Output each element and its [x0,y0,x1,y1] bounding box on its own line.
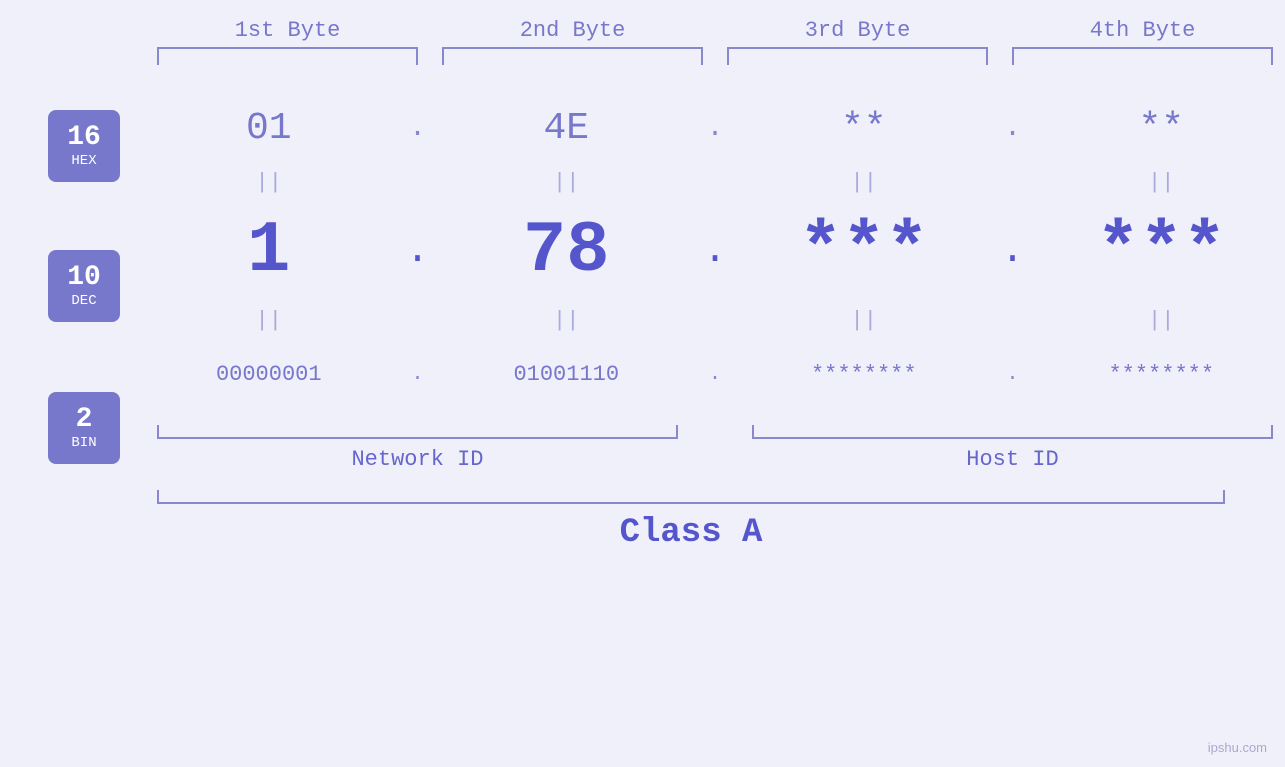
bin-b3-val: ******** [811,362,917,387]
bin-num: 2 [76,405,93,436]
hex-sep2: . [690,113,740,144]
dec-b1: 1 [145,210,393,292]
dec-b1-val: 1 [247,210,290,292]
dec-num: 10 [67,263,101,294]
bin-b1-val: 00000001 [216,362,322,387]
equals-row-1: || || || || [145,163,1285,201]
hex-b2: 4E [443,107,691,150]
class-label: Class A [145,514,1237,552]
bracket-1 [157,47,418,65]
eq2-b3-val: || [851,308,877,333]
eq1-b4-val: || [1148,170,1174,195]
hex-b1-val: 01 [246,107,292,150]
byte3-header: 3rd Byte [715,18,1000,43]
net-bracket [145,421,690,439]
dec-b2: 78 [443,210,691,292]
bin-badge: 2 BIN [48,392,120,464]
bin-b3: ******** [740,362,988,387]
dec-sep2: . [690,229,740,274]
bin-b2-val: 01001110 [513,362,619,387]
eq1-b3: || [740,170,988,195]
dec-sep3: . [988,229,1038,274]
eq2-b4: || [1038,308,1285,333]
dec-b3: *** [740,210,988,292]
hex-b4-val: ** [1138,107,1184,150]
host-bracket [740,421,1285,439]
bin-sep3: . [988,363,1038,386]
id-labels: Network ID Host ID [145,447,1285,472]
network-id-label: Network ID [145,447,690,472]
byte-headers: 1st Byte 2nd Byte 3rd Byte 4th Byte [0,18,1285,43]
bracket-2 [442,47,703,65]
bin-b4-val: ******** [1108,362,1214,387]
eq1-b2-val: || [553,170,579,195]
dec-badge: 10 DEC [48,250,120,322]
bin-b4: ******** [1038,362,1285,387]
eq2-b2: || [443,308,691,333]
byte1-header: 1st Byte [145,18,430,43]
eq1-b2: || [443,170,691,195]
dec-b4: *** [1038,210,1285,292]
watermark: ipshu.com [1208,740,1267,755]
eq2-b4-val: || [1148,308,1174,333]
dec-label: DEC [71,293,96,309]
dec-b3-val: *** [799,210,929,292]
bin-row: 00000001 . 01001110 . ******** . *******… [145,339,1285,409]
bin-sep1: . [393,363,443,386]
hex-label: HEX [71,153,96,169]
equals-row-2: || || || || [145,301,1285,339]
bin-sep2: . [690,363,740,386]
byte2-header: 2nd Byte [430,18,715,43]
bottom-brackets-section: Network ID Host ID [0,421,1285,472]
eq1-b4: || [1038,170,1285,195]
top-brackets [0,47,1285,65]
hex-sep3: . [988,113,1038,144]
eq2-b1: || [145,308,393,333]
hex-b2-val: 4E [543,107,589,150]
class-bracket-section: Class A [0,486,1285,552]
dec-sep1: . [393,229,443,274]
dec-row: 1 . 78 . *** . *** [145,201,1285,301]
eq1-b3-val: || [851,170,877,195]
eq2-b1-val: || [256,308,282,333]
hex-b1: 01 [145,107,393,150]
bracket-4 [1012,47,1273,65]
base-badges: 16 HEX 10 DEC 2 BIN [48,110,120,464]
content-grid: 01 . 4E . ** . ** || || || || [0,65,1285,417]
hex-b4: ** [1038,107,1285,150]
hex-row: 01 . 4E . ** . ** [145,93,1285,163]
dec-b2-val: 78 [523,210,609,292]
main-container: 1st Byte 2nd Byte 3rd Byte 4th Byte 16 H… [0,0,1285,767]
eq2-b3: || [740,308,988,333]
bin-label: BIN [71,435,96,451]
hex-sep1: . [393,113,443,144]
class-bracket [145,486,1237,504]
hex-num: 16 [67,123,101,154]
eq1-b1-val: || [256,170,282,195]
hex-badge: 16 HEX [48,110,120,182]
eq1-b1: || [145,170,393,195]
host-id-label: Host ID [740,447,1285,472]
bin-b1: 00000001 [145,362,393,387]
byte4-header: 4th Byte [1000,18,1285,43]
eq2-b2-val: || [553,308,579,333]
hex-b3-val: ** [841,107,887,150]
bin-b2: 01001110 [443,362,691,387]
bracket-3 [727,47,988,65]
hex-b3: ** [740,107,988,150]
bottom-brackets [145,421,1285,439]
dec-b4-val: *** [1096,210,1226,292]
